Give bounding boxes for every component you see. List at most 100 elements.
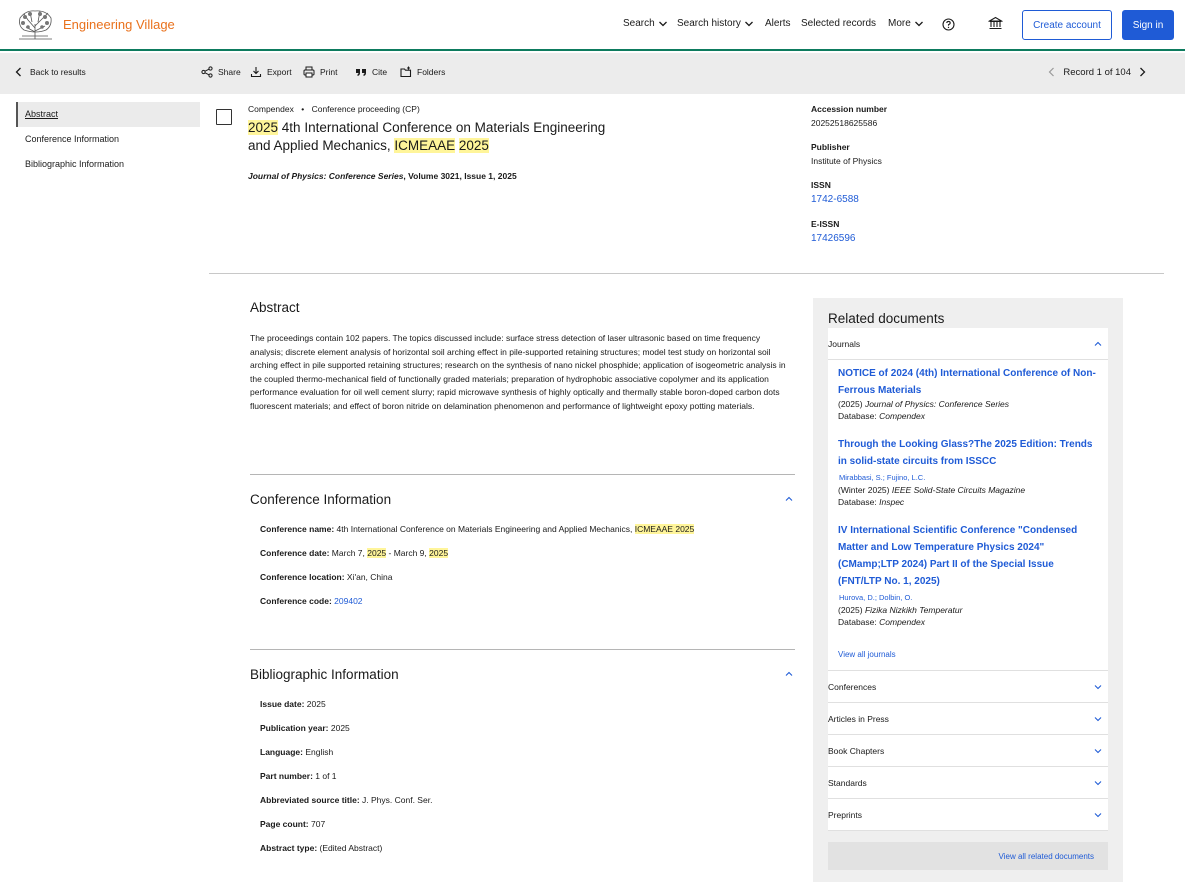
- nav-alerts[interactable]: Alerts: [765, 18, 791, 29]
- nav-search[interactable]: Search: [623, 18, 668, 29]
- related-document-title[interactable]: IV International Scientific Conference "…: [838, 522, 1098, 590]
- nav-alerts-label: Alerts: [765, 18, 791, 29]
- print-button[interactable]: Print: [303, 66, 337, 78]
- related-document-authors[interactable]: Mirabbasi, S.; Fujino, L.C.: [839, 473, 1098, 482]
- publication-year-field: Publication year: 2025: [260, 723, 350, 733]
- database-label: Database:: [838, 410, 880, 421]
- chevron-down-icon: [1094, 813, 1102, 818]
- conference-date-start: March 7,: [329, 548, 368, 558]
- chevron-up-icon[interactable]: [784, 494, 794, 504]
- chevron-down-icon: [1094, 749, 1102, 754]
- related-document-title[interactable]: Through the Looking Glass?The 2025 Editi…: [838, 436, 1098, 470]
- record-doc-type: Conference proceeding (CP): [311, 104, 420, 114]
- view-all-related-documents-link[interactable]: View all related documents: [828, 842, 1108, 870]
- record-identifiers: Accession number 20252518625586 Publishe…: [811, 104, 1071, 258]
- institution-icon[interactable]: [988, 16, 1003, 31]
- related-document-authors[interactable]: Hurova, D.; Dolbin, O.: [839, 593, 1098, 602]
- select-record-checkbox[interactable]: [216, 109, 232, 125]
- toc-abstract[interactable]: Abstract: [16, 102, 200, 127]
- language-field: Language: English: [260, 747, 333, 757]
- accordion-conferences[interactable]: Conferences: [828, 671, 1108, 703]
- chevron-up-icon[interactable]: [784, 669, 794, 679]
- elsevier-tree-logo[interactable]: [16, 8, 54, 41]
- nav-search-history[interactable]: Search history: [677, 18, 754, 29]
- part-number-label: Part number:: [260, 771, 313, 781]
- folder-add-icon: [400, 66, 412, 78]
- chevron-down-icon: [1094, 685, 1102, 690]
- cite-button[interactable]: Cite: [355, 66, 387, 78]
- conference-location-value: Xi'an, China: [344, 572, 393, 582]
- page-count-field: Page count: 707: [260, 819, 325, 829]
- folders-button[interactable]: Folders: [400, 66, 445, 78]
- nav-more-label: More: [888, 18, 911, 29]
- part-number-value: 1 of 1: [312, 771, 337, 781]
- accordion-label: Articles in Press: [828, 713, 889, 724]
- database-value: Compendex: [879, 616, 925, 627]
- nav-more[interactable]: More: [888, 18, 924, 29]
- conference-heading: Conference Information: [250, 492, 392, 507]
- related-documents-list: Journals NOTICE of 2024 (4th) Internatio…: [828, 328, 1108, 831]
- related-document-year: (Winter 2025): [838, 485, 892, 495]
- conference-code-label: Conference code:: [260, 596, 332, 606]
- toc-conference-information[interactable]: Conference Information: [16, 127, 200, 152]
- related-document-source: (Winter 2025) IEEE Solid-State Circuits …: [838, 485, 1098, 497]
- accordion-label: Conferences: [828, 681, 877, 692]
- issn-link[interactable]: 1742-6588: [811, 194, 1071, 205]
- record-pagination: Record 1 of 104: [1047, 66, 1147, 78]
- related-document-journal: IEEE Solid-State Circuits Magazine: [891, 485, 1026, 495]
- abbreviated-source-label: Abbreviated source title:: [260, 795, 360, 805]
- publication-year-value: 2025: [328, 723, 350, 733]
- share-button[interactable]: Share: [201, 66, 241, 78]
- accordion-articles-in-press[interactable]: Articles in Press: [828, 703, 1108, 735]
- issue-date-field: Issue date: 2025: [260, 699, 326, 709]
- accordion-preprints[interactable]: Preprints: [828, 799, 1108, 831]
- abstract-text: The proceedings contain 102 papers. The …: [250, 333, 786, 411]
- related-documents-heading: Related documents: [828, 311, 945, 326]
- accordion-book-chapters[interactable]: Book Chapters: [828, 735, 1108, 767]
- conference-name-value: 4th International Conference on Material…: [334, 524, 635, 534]
- help-icon[interactable]: [942, 18, 955, 31]
- create-account-button[interactable]: Create account: [1022, 10, 1112, 40]
- abstract-type-label: Abstract type:: [260, 843, 318, 853]
- export-button[interactable]: Export: [250, 66, 292, 78]
- export-icon: [250, 67, 262, 78]
- view-all-journals-link[interactable]: View all journals: [828, 650, 1108, 659]
- related-documents-panel: Related documents Journals NOTICE of 202…: [813, 298, 1123, 882]
- title-highlight: 2025: [248, 120, 279, 135]
- folders-label: Folders: [417, 67, 446, 77]
- chevron-down-icon: [1094, 781, 1102, 786]
- language-value: English: [302, 747, 334, 757]
- toc-bibliographic-information[interactable]: Bibliographic Information: [16, 152, 200, 177]
- table-of-contents: Abstract Conference Information Bibliogr…: [16, 102, 200, 177]
- share-icon: [201, 66, 213, 78]
- section-divider: [250, 649, 795, 650]
- abstract-type-value: (Edited Abstract): [317, 843, 383, 853]
- brand-name[interactable]: Engineering Village: [63, 17, 175, 32]
- back-to-results-link[interactable]: Back to results: [13, 66, 86, 78]
- accordion-standards[interactable]: Standards: [828, 767, 1108, 799]
- related-document-journal: Journal of Physics: Conference Series: [864, 399, 1010, 409]
- related-document-title[interactable]: NOTICE of 2024 (4th) International Confe…: [838, 365, 1098, 399]
- sign-in-button[interactable]: Sign in: [1122, 10, 1174, 40]
- eissn-link[interactable]: 17426596: [811, 233, 1071, 244]
- chevron-down-icon: [914, 21, 923, 26]
- chevron-left-icon: [15, 67, 21, 77]
- related-document: IV International Scientific Conference "…: [828, 508, 1108, 628]
- related-document-database: Database: Inspec: [838, 497, 1098, 509]
- record-meta: Compendex • Conference proceeding (CP): [248, 104, 420, 114]
- abbreviated-source-value: J. Phys. Conf. Ser.: [359, 795, 433, 805]
- record-database: Compendex: [248, 104, 294, 114]
- nav-selected-records[interactable]: Selected records: [801, 18, 876, 29]
- conference-code-link[interactable]: 209402: [334, 596, 362, 606]
- conference-date-label: Conference date:: [260, 548, 330, 558]
- abbreviated-source-field: Abbreviated source title: J. Phys. Conf.…: [260, 795, 432, 805]
- chevron-down-icon: [1094, 717, 1102, 722]
- next-record-icon[interactable]: [1137, 66, 1147, 78]
- eissn-label: E-ISSN: [811, 219, 840, 229]
- database-label: Database:: [838, 616, 880, 627]
- database-value: Compendex: [879, 410, 925, 421]
- previous-record-icon[interactable]: [1047, 66, 1057, 78]
- related-document-source: (2025) Fizika Nizkikh Temperatur: [838, 605, 1098, 617]
- accordion-journals[interactable]: Journals: [828, 328, 1108, 360]
- title-highlight: ICMEAAE: [394, 138, 456, 153]
